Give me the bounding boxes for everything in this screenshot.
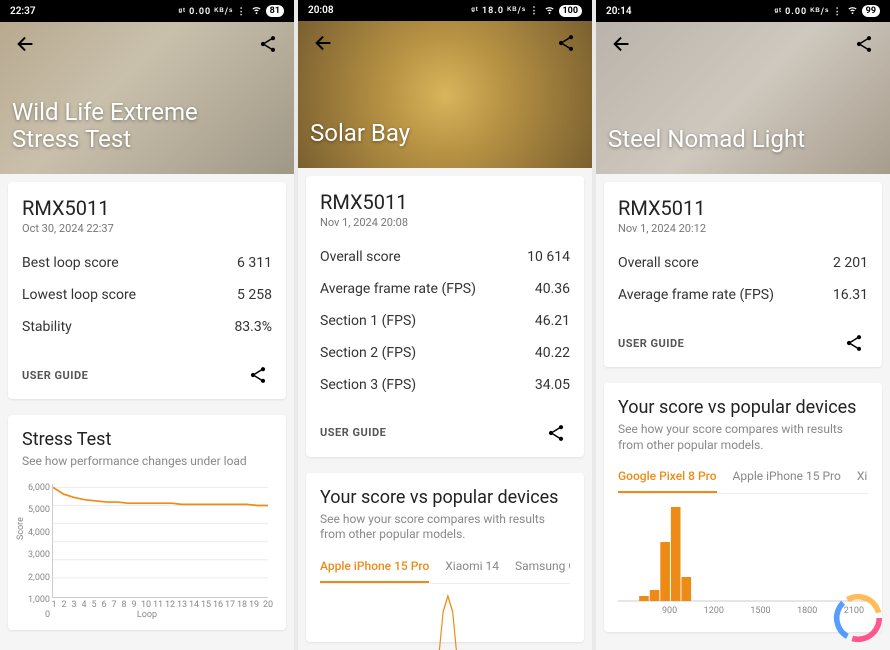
compare-chart <box>320 592 570 642</box>
battery-level: 81 <box>266 5 284 17</box>
hero-banner: Wild Life Extreme Stress Test <box>0 22 294 174</box>
stress-title: Stress Test <box>22 429 272 450</box>
compare-title: Your score vs popular devices <box>618 397 868 418</box>
compare-chart: 900 1200 1500 1800 2100 <box>618 502 868 622</box>
stress-sub: See how performance changes under load <box>22 454 272 470</box>
status-bar: 20:14 ᵍᵗ 0.00 ᴷᴮ/ˢ ⋮ 99 <box>596 0 890 22</box>
compare-sub: See how your score compares with results… <box>320 512 570 543</box>
row-label: Overall score <box>618 255 699 271</box>
result-row: Stability 83.3% <box>22 311 272 343</box>
share-icon[interactable] <box>840 329 868 357</box>
stress-chart: Score 6,000 5,000 4,000 3,000 2,000 1,00… <box>22 480 272 620</box>
row-label: Average frame rate (FPS) <box>320 281 476 297</box>
status-net: ᵍᵗ 0.00 ᴷᴮ/ˢ ⋮ <box>774 6 842 17</box>
status-bar: 22:37 ᵍᵗ 0.00 ᴷᴮ/ˢ ⋮ 81 <box>0 0 294 22</box>
battery-level: 100 <box>559 5 583 17</box>
share-icon[interactable] <box>244 361 272 389</box>
status-time: 20:08 <box>308 5 334 16</box>
back-icon[interactable] <box>12 30 40 58</box>
row-value: 46.21 <box>535 313 570 329</box>
compare-tabs: Google Pixel 8 Pro Apple iPhone 15 Pro X… <box>618 463 868 494</box>
row-value: 40.36 <box>535 281 570 297</box>
result-card: RMX5011 Nov 1, 2024 20:08 Overall score … <box>306 176 584 457</box>
compare-tabs: Apple iPhone 15 Pro Xiaomi 14 Samsung Ga <box>320 553 570 584</box>
user-guide-link[interactable]: USER GUIDE <box>320 426 386 439</box>
back-icon[interactable] <box>608 30 636 58</box>
status-bar: 20:08 ᵍᵗ 18.0 ᴷᴮ/ˢ ⋮ 100 <box>298 0 592 21</box>
hero-title: Wild Life Extreme Stress Test <box>12 99 282 154</box>
wifi-icon <box>544 4 555 18</box>
row-label: Lowest loop score <box>22 287 136 303</box>
overall-score-row: Overall score 2 201 <box>618 247 868 279</box>
chart-xlabel: Loop <box>137 610 157 620</box>
test-date: Nov 1, 2024 20:12 <box>618 222 868 235</box>
status-time: 22:37 <box>10 6 36 17</box>
tab-xiaomi[interactable]: Xiao <box>857 463 868 493</box>
result-row: Average frame rate (FPS) 40.36 <box>320 273 570 305</box>
row-label: Section 2 (FPS) <box>320 345 416 361</box>
share-icon[interactable] <box>552 29 580 57</box>
device-name: RMX5011 <box>618 196 868 220</box>
result-row: Section 3 (FPS) 34.05 <box>320 369 570 401</box>
overall-score: 10 614 <box>527 249 570 265</box>
user-guide-link[interactable]: USER GUIDE <box>618 337 684 350</box>
wifi-icon <box>847 4 858 18</box>
share-icon[interactable] <box>542 419 570 447</box>
result-row: Average frame rate (FPS) 16.31 <box>618 279 868 311</box>
test-date: Nov 1, 2024 20:08 <box>320 216 570 229</box>
row-label: Average frame rate (FPS) <box>618 287 774 303</box>
chart-xticks: 900 1200 1500 1800 2100 <box>618 606 868 616</box>
compare-card: Your score vs popular devices See how yo… <box>306 473 584 642</box>
result-card: RMX5011 Nov 1, 2024 20:12 Overall score … <box>604 182 882 367</box>
hero-title: Steel Nomad Light <box>608 126 878 154</box>
user-guide-link[interactable]: USER GUIDE <box>22 369 88 382</box>
stress-test-card: Stress Test See how performance changes … <box>8 415 286 630</box>
row-value: 83.3% <box>234 319 272 335</box>
device-name: RMX5011 <box>22 196 272 220</box>
back-icon[interactable] <box>310 29 338 57</box>
result-row: Best loop score 6 311 <box>22 247 272 279</box>
tab-samsung[interactable]: Samsung Ga <box>515 553 570 583</box>
row-value: 5 258 <box>237 287 272 303</box>
result-row: Section 1 (FPS) 46.21 <box>320 305 570 337</box>
result-card: RMX5011 Oct 30, 2024 22:37 Best loop sco… <box>8 182 286 399</box>
row-value: 40.22 <box>535 345 570 361</box>
overall-score-row: Overall score 10 614 <box>320 241 570 273</box>
wifi-icon <box>251 4 262 18</box>
test-date: Oct 30, 2024 22:37 <box>22 222 272 235</box>
row-label: Overall score <box>320 249 401 265</box>
screen-solarbay: 20:08 ᵍᵗ 18.0 ᴷᴮ/ˢ ⋮ 100 Solar Bay RMX50… <box>298 0 592 650</box>
screen-steelnomad: 20:14 ᵍᵗ 0.00 ᴷᴮ/ˢ ⋮ 99 Steel Nomad Ligh… <box>596 0 890 650</box>
tab-xiaomi14[interactable]: Xiaomi 14 <box>445 553 499 583</box>
result-row: Lowest loop score 5 258 <box>22 279 272 311</box>
battery-level: 99 <box>862 5 880 17</box>
status-net: ᵍᵗ 18.0 ᴷᴮ/ˢ ⋮ <box>471 5 539 16</box>
share-icon[interactable] <box>850 30 878 58</box>
status-net: ᵍᵗ 0.00 ᴷᴮ/ˢ ⋮ <box>178 6 246 17</box>
row-label: Section 1 (FPS) <box>320 313 416 329</box>
result-row: Section 2 (FPS) 40.22 <box>320 337 570 369</box>
row-label: Section 3 (FPS) <box>320 377 416 393</box>
hero-title: Solar Bay <box>310 120 580 148</box>
row-label: Best loop score <box>22 255 119 271</box>
row-value: 34.05 <box>535 377 570 393</box>
compare-title: Your score vs popular devices <box>320 487 570 508</box>
row-value: 16.31 <box>833 287 868 303</box>
hero-banner: Solar Bay <box>298 21 592 168</box>
share-icon[interactable] <box>254 30 282 58</box>
row-value: 6 311 <box>237 255 272 271</box>
tab-iphone15pro[interactable]: Apple iPhone 15 Pro <box>320 553 429 583</box>
device-name: RMX5011 <box>320 190 570 214</box>
row-label: Stability <box>22 319 72 335</box>
tab-pixel8pro[interactable]: Google Pixel 8 Pro <box>618 463 717 493</box>
tab-iphone15pro[interactable]: Apple iPhone 15 Pro <box>733 463 841 493</box>
hero-banner: Steel Nomad Light <box>596 22 890 174</box>
screen-wildlife: 22:37 ᵍᵗ 0.00 ᴷᴮ/ˢ ⋮ 81 Wild Life Extrem… <box>0 0 294 650</box>
compare-sub: See how your score compares with results… <box>618 422 868 453</box>
overall-score: 2 201 <box>833 255 868 271</box>
status-time: 20:14 <box>606 6 632 17</box>
compare-card: Your score vs popular devices See how yo… <box>604 383 882 632</box>
